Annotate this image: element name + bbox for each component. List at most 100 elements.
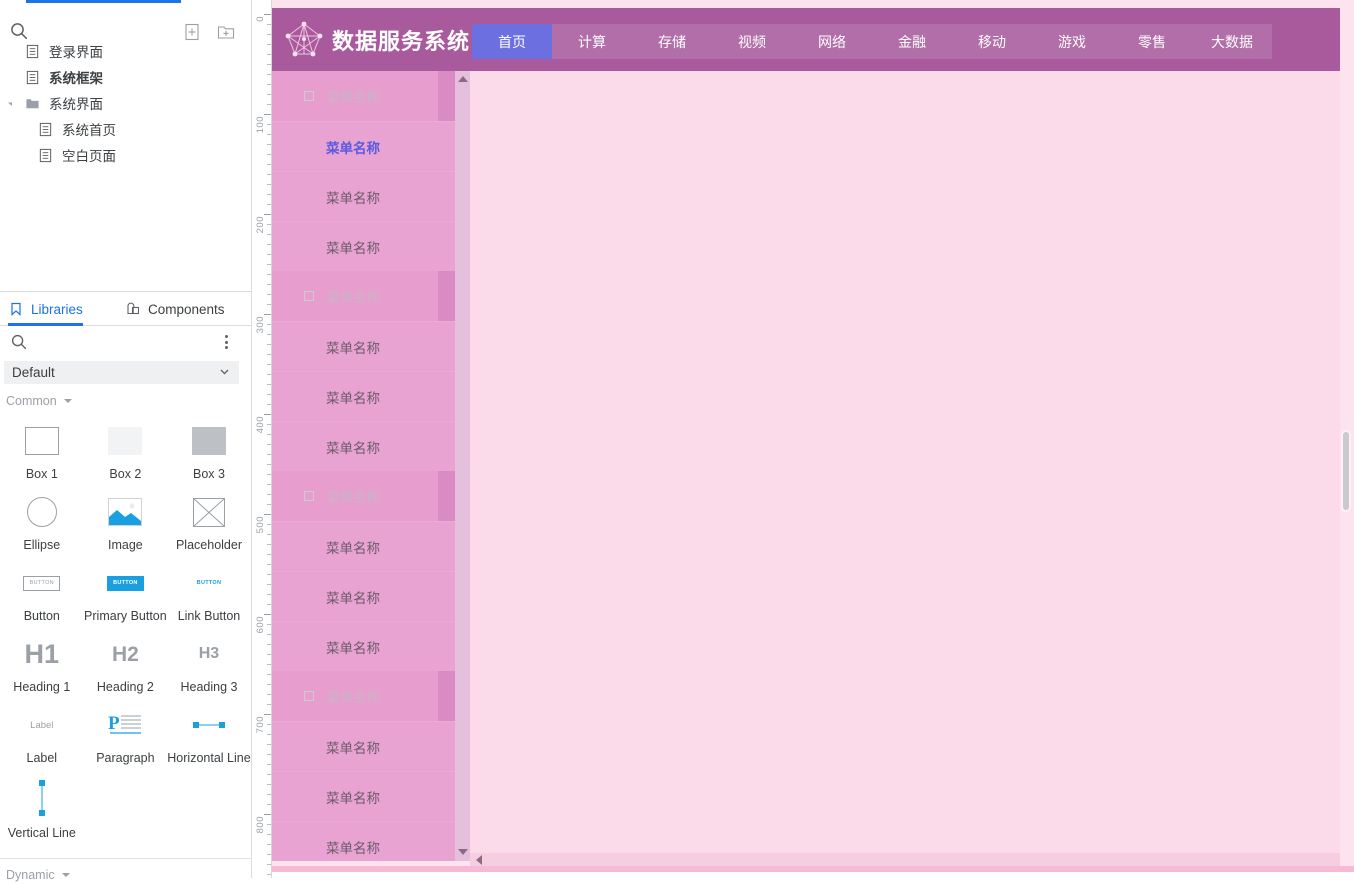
ruler-tick bbox=[267, 444, 271, 445]
ruler-label: 400 bbox=[256, 416, 266, 433]
ruler-tick bbox=[267, 534, 271, 535]
tab-libraries[interactable]: Libraries bbox=[8, 292, 83, 326]
widget-button[interactable]: BUTTON Button bbox=[0, 556, 84, 627]
sidebar-menu-group[interactable]: 菜单名称 bbox=[272, 471, 455, 521]
widget-heading-1[interactable]: H1 Heading 1 bbox=[0, 627, 84, 698]
nav-item-video[interactable]: 视频 bbox=[712, 24, 792, 59]
sidebar-menu-item[interactable]: 菜单名称 bbox=[272, 571, 455, 621]
page-tree: 登录界面 系统框架 系统界面 bbox=[0, 38, 251, 168]
page-tree-item[interactable]: 系统框架 bbox=[0, 64, 251, 90]
prototype-topnav[interactable]: 数据服务系统 首页 计算 存储 视频 网络 金融 移动 游戏 零售 大数据 bbox=[272, 8, 1340, 71]
ruler-tick bbox=[264, 14, 271, 15]
page-tree-item[interactable]: 空白页面 bbox=[0, 142, 251, 168]
nav-item-game[interactable]: 游戏 bbox=[1032, 24, 1112, 59]
sidebar-menu-group[interactable]: 菜单名称 bbox=[272, 671, 455, 721]
scroll-up-arrow-icon[interactable] bbox=[458, 76, 468, 82]
ruler-tick bbox=[267, 64, 271, 65]
ruler-tick bbox=[267, 134, 271, 135]
sidebar-menu-item[interactable]: 菜单名称 bbox=[272, 171, 455, 221]
prototype-horizontal-scrollbar[interactable] bbox=[470, 853, 1340, 867]
widget-box-2[interactable]: Box 2 bbox=[84, 414, 168, 485]
widget-image[interactable]: Image bbox=[84, 485, 168, 556]
nav-item-storage[interactable]: 存储 bbox=[632, 24, 712, 59]
section-header-common[interactable]: Common bbox=[6, 392, 206, 410]
page-tree-folder-label: 系统界面 bbox=[49, 93, 103, 113]
widget-label: Box 2 bbox=[109, 467, 141, 481]
vertical-ruler[interactable]: 0100200300400500600700800 bbox=[252, 0, 272, 878]
widget-box-3[interactable]: Box 3 bbox=[167, 414, 251, 485]
nav-item-compute[interactable]: 计算 bbox=[552, 24, 632, 59]
chevron-down-icon[interactable] bbox=[8, 96, 22, 110]
page-tree-item[interactable]: 登录界面 bbox=[0, 38, 251, 64]
sidebar-menu-group[interactable]: 菜单名称 bbox=[272, 271, 455, 321]
ruler-tick bbox=[267, 374, 271, 375]
nav-item-home[interactable]: 首页 bbox=[472, 24, 552, 59]
scroll-left-arrow-icon[interactable] bbox=[476, 855, 482, 865]
prototype-sidebar[interactable]: 菜单名称菜单名称菜单名称菜单名称菜单名称菜单名称菜单名称菜单名称菜单名称菜单名称… bbox=[272, 71, 455, 861]
widget-heading-3[interactable]: H3 Heading 3 bbox=[167, 627, 251, 698]
widget-placeholder[interactable]: Placeholder bbox=[167, 485, 251, 556]
widget-paragraph[interactable]: P Paragraph bbox=[84, 698, 168, 769]
sidebar-menu-item[interactable]: 菜单名称 bbox=[272, 771, 455, 821]
sidebar-menu-item-label: 菜单名称 bbox=[326, 237, 380, 257]
image-icon bbox=[108, 493, 142, 531]
library-more-options-icon[interactable] bbox=[218, 332, 234, 352]
sidebar-menu-item[interactable]: 菜单名称 bbox=[272, 821, 455, 871]
scrollbar-thumb[interactable] bbox=[1341, 430, 1351, 512]
ruler-label: 0 bbox=[256, 16, 266, 22]
widget-ellipse[interactable]: Ellipse bbox=[0, 485, 84, 556]
nav-item-network[interactable]: 网络 bbox=[792, 24, 872, 59]
sidebar-menu-group-label: 菜单名称 bbox=[326, 86, 380, 106]
scroll-down-arrow-icon[interactable] bbox=[458, 849, 468, 855]
tab-components[interactable]: Components bbox=[125, 292, 225, 326]
widget-horizontal-line[interactable]: Horizontal Line bbox=[167, 698, 251, 769]
tree-twisty bbox=[8, 44, 22, 58]
ruler-tick bbox=[267, 844, 271, 845]
sidebar-menu-group[interactable]: 菜单名称 bbox=[272, 71, 455, 121]
ruler-tick bbox=[267, 774, 271, 775]
widget-row: Label Label P bbox=[0, 698, 251, 769]
sidebar-menu-item[interactable]: 菜单名称 bbox=[272, 521, 455, 571]
widget-link-button[interactable]: BUTTON Link Button bbox=[167, 556, 251, 627]
widget-vertical-line[interactable]: Vertical Line bbox=[0, 769, 84, 844]
widget-heading-2[interactable]: H2 Heading 2 bbox=[84, 627, 168, 698]
library-select[interactable]: Default bbox=[4, 361, 239, 384]
search-icon[interactable] bbox=[10, 333, 28, 351]
page-icon bbox=[24, 69, 40, 85]
widget-primary-button[interactable]: BUTTON Primary Button bbox=[84, 556, 168, 627]
ruler-tick bbox=[267, 554, 271, 555]
nav-item-bigdata[interactable]: 大数据 bbox=[1192, 24, 1272, 59]
tree-twisty bbox=[21, 122, 35, 136]
ruler-tick bbox=[267, 284, 271, 285]
widget-box-1[interactable]: Box 1 bbox=[0, 414, 84, 485]
prototype-sidebar-scrollbar[interactable] bbox=[455, 71, 470, 861]
vline-icon bbox=[35, 777, 49, 819]
box1-icon bbox=[25, 422, 59, 460]
nav-item-retail[interactable]: 零售 bbox=[1112, 24, 1192, 59]
sidebar-menu-item[interactable]: 菜单名称 bbox=[272, 621, 455, 671]
design-canvas[interactable]: 数据服务系统 首页 计算 存储 视频 网络 金融 移动 游戏 零售 大数据 菜单… bbox=[272, 0, 1354, 872]
ruler-tick bbox=[267, 484, 271, 485]
ruler-tick bbox=[267, 24, 271, 25]
widget-label-item[interactable]: Label Label bbox=[0, 698, 84, 769]
ruler-tick bbox=[267, 144, 271, 145]
sidebar-menu-item[interactable]: 菜单名称 bbox=[272, 221, 455, 271]
page-tree-folder[interactable]: 系统界面 bbox=[0, 90, 251, 116]
nav-item-mobile[interactable]: 移动 bbox=[952, 24, 1032, 59]
sidebar-menu-item-label: 菜单名称 bbox=[326, 137, 380, 157]
section-header-dynamic[interactable]: Dynamic bbox=[6, 866, 206, 884]
page-tree-item[interactable]: 系统首页 bbox=[0, 116, 251, 142]
h3-thumb-text: H3 bbox=[199, 646, 219, 662]
widget-row: Vertical Line bbox=[0, 769, 251, 844]
sidebar-menu-item[interactable]: 菜单名称 bbox=[272, 721, 455, 771]
library-search-input[interactable] bbox=[34, 332, 213, 354]
sidebar-menu-item[interactable]: 菜单名称 bbox=[272, 321, 455, 371]
prototype-content-area[interactable] bbox=[470, 71, 1340, 861]
sidebar-menu-item[interactable]: 菜单名称 bbox=[272, 371, 455, 421]
sidebar-menu-item[interactable]: 菜单名称 bbox=[272, 421, 455, 471]
button-thumb-text: BUTTON bbox=[23, 576, 60, 591]
sidebar-menu-item[interactable]: 菜单名称 bbox=[272, 121, 455, 171]
canvas-vertical-scrollbar[interactable] bbox=[1341, 0, 1351, 878]
widget-label: Placeholder bbox=[176, 538, 242, 552]
nav-item-finance[interactable]: 金融 bbox=[872, 24, 952, 59]
